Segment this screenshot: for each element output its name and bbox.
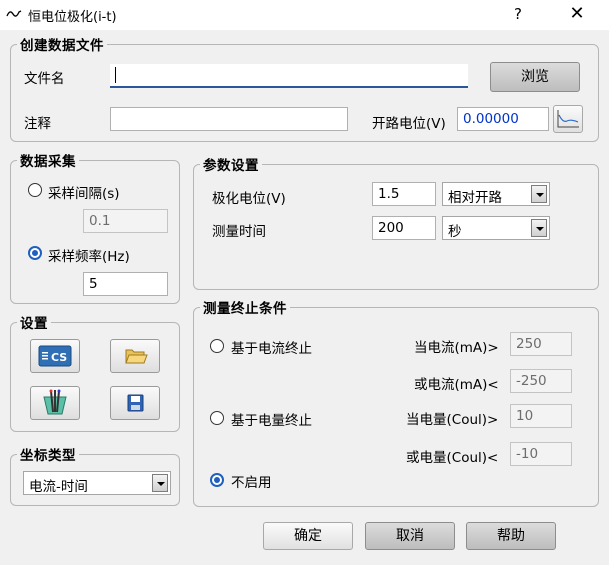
coord-select[interactable]: 电流-时间: [23, 471, 171, 495]
save-button[interactable]: [110, 386, 160, 420]
open-file-button[interactable]: [110, 339, 160, 373]
title-bar: 恒电位极化(i-t) ? ✕: [0, 0, 609, 30]
settings-group-title: 设置: [17, 312, 51, 332]
freq-radio[interactable]: [28, 246, 42, 260]
i-high-label: 当电流(mA)>: [414, 340, 499, 356]
charge-stop-label: 基于电量终止: [231, 413, 312, 429]
cs-device-icon: CS: [38, 345, 72, 367]
current-stop-radio[interactable]: [210, 339, 224, 353]
close-button[interactable]: ✕: [562, 3, 592, 25]
help-button[interactable]: 帮助: [466, 522, 556, 550]
i-low-label: 或电流(mA)<: [414, 377, 499, 393]
chevron-down-icon[interactable]: [531, 185, 547, 203]
curve-icon: [557, 110, 579, 128]
interval-input[interactable]: 0.1: [83, 209, 168, 233]
i-high-input[interactable]: 250: [510, 332, 572, 356]
q-low-value: -10: [516, 446, 539, 462]
potential-ref-select[interactable]: 相对开路: [442, 182, 550, 206]
ocp-input[interactable]: 0.00000: [457, 107, 549, 131]
cancel-button[interactable]: 取消: [365, 522, 455, 550]
create-file-group-title: 创建数据文件: [17, 34, 107, 54]
note-input[interactable]: [110, 107, 348, 131]
q-high-label: 当电量(Coul)>: [406, 412, 499, 428]
text-caret: [115, 67, 116, 83]
electrode-config-button[interactable]: [30, 386, 80, 420]
stop-condition-group-title: 测量终止条件: [200, 297, 290, 317]
note-label: 注释: [24, 116, 51, 132]
cs-icon-text: CS: [51, 351, 67, 364]
time-value: 200: [378, 220, 404, 236]
cs-config-button[interactable]: CS: [30, 339, 80, 373]
time-unit-value: 秒: [448, 224, 462, 240]
q-low-input[interactable]: -10: [510, 442, 572, 466]
current-stop-label: 基于电流终止: [231, 341, 312, 357]
sampling-group-title: 数据采集: [17, 150, 79, 170]
potential-input[interactable]: 1.5: [372, 182, 436, 206]
ok-button[interactable]: 确定: [263, 522, 353, 550]
freq-value: 5: [89, 276, 98, 292]
freq-label: 采样频率(Hz): [48, 249, 130, 265]
potential-ref-value: 相对开路: [448, 190, 502, 206]
interval-label: 采样间隔(s): [48, 186, 120, 202]
no-stop-label: 不启用: [231, 475, 272, 491]
params-group-title: 参数设置: [200, 154, 262, 174]
help-button-label: 帮助: [497, 528, 525, 544]
freq-input[interactable]: 5: [83, 272, 168, 296]
electrode-icon: [43, 389, 67, 415]
wave-icon: [6, 10, 22, 17]
q-high-value: 10: [516, 408, 534, 424]
ocp-measure-button[interactable]: [553, 105, 583, 133]
folder-icon: [125, 349, 148, 364]
no-stop-radio[interactable]: [210, 473, 224, 487]
cancel-button-label: 取消: [396, 528, 424, 544]
interval-radio[interactable]: [28, 183, 42, 197]
time-input[interactable]: 200: [372, 216, 436, 240]
i-low-input[interactable]: -250: [510, 369, 572, 393]
browse-button-label: 浏览: [521, 69, 549, 85]
potential-value: 1.5: [378, 186, 400, 202]
q-low-label: 或电量(Coul)<: [406, 450, 499, 466]
filename-label: 文件名: [24, 71, 65, 87]
ocp-value: 0.00000: [463, 111, 519, 127]
ocp-label: 开路电位(V): [372, 116, 446, 132]
i-high-value: 250: [516, 336, 542, 352]
help-title-button[interactable]: ?: [503, 3, 533, 25]
window-title: 恒电位极化(i-t): [28, 10, 117, 25]
charge-stop-radio[interactable]: [210, 411, 224, 425]
save-icon: [127, 394, 144, 412]
potential-label: 极化电位(V): [212, 191, 286, 207]
q-high-input[interactable]: 10: [510, 404, 572, 428]
time-label: 测量时间: [212, 224, 266, 240]
ok-button-label: 确定: [294, 528, 322, 544]
browse-button[interactable]: 浏览: [490, 62, 580, 92]
chevron-down-icon[interactable]: [152, 474, 168, 492]
time-unit-select[interactable]: 秒: [442, 216, 550, 240]
interval-value: 0.1: [89, 213, 111, 229]
coord-value: 电流-时间: [29, 479, 88, 495]
chevron-down-icon[interactable]: [531, 219, 547, 237]
filename-input[interactable]: [110, 64, 468, 88]
i-low-value: -250: [516, 373, 547, 389]
coord-group-title: 坐标类型: [17, 444, 79, 464]
